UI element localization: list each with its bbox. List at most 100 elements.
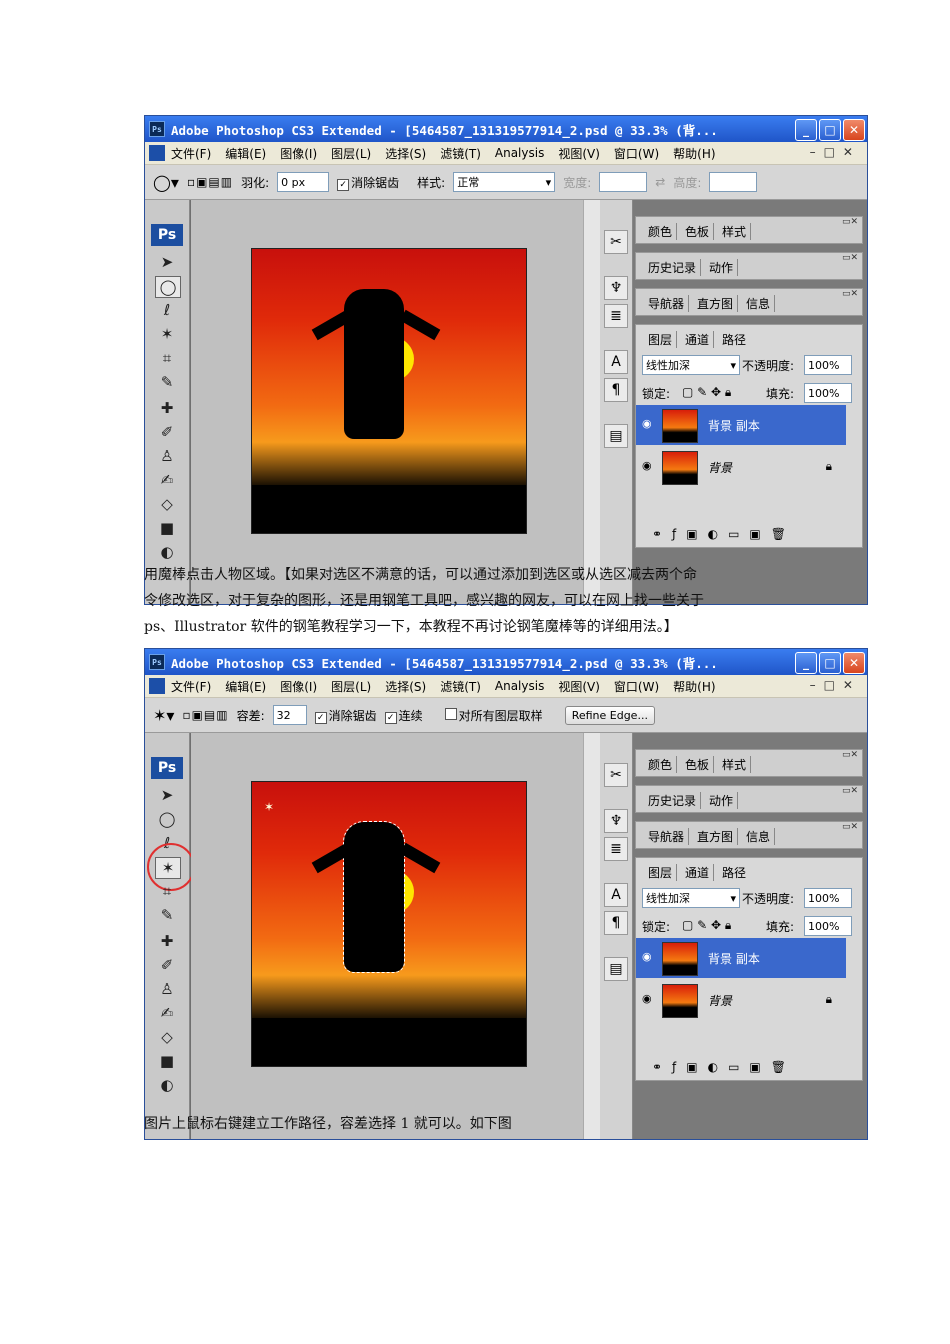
tab-navigator[interactable]: 导航器 (644, 295, 690, 312)
layer-footer-icons[interactable]: ⚭ƒ▣◐▭▣🗑︎ (652, 1060, 796, 1074)
blend-mode-select[interactable]: 线性加深 ▾ (642, 888, 740, 908)
eraser-tool-icon[interactable]: ◇ (155, 1027, 179, 1047)
tab-paths[interactable]: 路径 (718, 331, 750, 348)
elliptical-marquee-icon[interactable]: ◯▾ (153, 173, 179, 192)
menu-file[interactable]: 文件(F) (171, 145, 211, 162)
menu-image[interactable]: 图像(I) (280, 145, 317, 162)
fill-input[interactable]: 100% (804, 916, 852, 936)
eye-icon[interactable]: ◉ (642, 992, 652, 1005)
elliptical-marquee-tool-icon[interactable]: ◯ (155, 276, 181, 298)
gradient-tool-icon[interactable]: ■ (155, 1051, 179, 1071)
close-button[interactable]: ✕ (843, 652, 865, 674)
tab-history[interactable]: 历史记录 (644, 259, 702, 276)
fill-input[interactable]: 100% (804, 383, 852, 403)
menu-view[interactable]: 视图(V) (558, 145, 600, 162)
history-brush-icon[interactable]: ✍ (155, 1003, 179, 1023)
feather-input[interactable]: 0 px (277, 172, 330, 192)
menu-help[interactable]: 帮助(H) (673, 678, 715, 695)
tab-swatches[interactable]: 色板 (681, 223, 715, 240)
panel-close-icon[interactable]: ▭✕ (842, 289, 858, 299)
character-panel-icon[interactable]: A (604, 883, 628, 907)
tab-actions[interactable]: 动作 (705, 259, 739, 276)
tab-color[interactable]: 颜色 (644, 756, 678, 773)
eye-icon[interactable]: ◉ (642, 950, 652, 963)
menu-select[interactable]: 选择(S) (385, 678, 426, 695)
magic-wand-tool-icon[interactable]: ✶ (155, 324, 179, 344)
clone-panel-icon[interactable]: ≣ (604, 304, 628, 328)
selection-mode-icons[interactable]: ▫▣▤▥ (182, 708, 228, 722)
menu-view[interactable]: 视图(V) (558, 678, 600, 695)
antialias-checkbox[interactable]: ✓ 消除锯齿 (337, 174, 399, 191)
menu-help[interactable]: 帮助(H) (673, 145, 715, 162)
tab-layers[interactable]: 图层 (644, 331, 678, 348)
layer-row[interactable]: ◉ 背景 副本 (636, 938, 846, 978)
maximize-button[interactable]: □ (819, 652, 841, 674)
menu-analysis[interactable]: Analysis (495, 146, 544, 160)
swap-icon[interactable]: ⇄ (655, 175, 665, 189)
crop-tool-icon[interactable]: ⌗ (155, 348, 179, 368)
panel-close-icon[interactable]: ▭✕ (842, 217, 858, 227)
tab-info[interactable]: 信息 (742, 828, 776, 845)
panel-close-icon[interactable]: ▭✕ (842, 750, 858, 760)
menu-filter[interactable]: 滤镜(T) (440, 145, 481, 162)
tab-channels[interactable]: 通道 (681, 331, 715, 348)
document-window-controls[interactable]: –□✕ (810, 678, 861, 692)
menu-window[interactable]: 窗口(W) (614, 145, 659, 162)
width-input[interactable] (599, 172, 648, 192)
opacity-input[interactable]: 100% (804, 888, 852, 908)
close-button[interactable]: ✕ (843, 119, 865, 141)
layer-row[interactable]: ◉ 背景 🔒︎ (636, 447, 846, 487)
menu-layer[interactable]: 图层(L) (331, 145, 371, 162)
antialias-checkbox[interactable]: ✓ 消除锯齿 (314, 707, 377, 724)
brush-tool-icon[interactable]: ✐ (155, 422, 179, 442)
blend-mode-select[interactable]: 线性加深 ▾ (642, 355, 740, 375)
magic-wand-icon[interactable]: ✶▾ (153, 706, 174, 725)
menu-window[interactable]: 窗口(W) (614, 678, 659, 695)
contiguous-checkbox[interactable]: ✓ 连续 (384, 707, 423, 724)
eye-icon[interactable]: ◉ (642, 417, 652, 430)
style-select[interactable]: 正常 ▾ (453, 172, 556, 192)
eraser-tool-icon[interactable]: ◇ (155, 494, 179, 514)
tools-panel-icon[interactable]: ✂ (604, 230, 628, 254)
maximize-button[interactable]: □ (819, 119, 841, 141)
healing-brush-icon[interactable]: ✚ (155, 398, 179, 418)
tab-actions[interactable]: 动作 (705, 792, 739, 809)
minimize-button[interactable]: _ (795, 119, 817, 141)
clone-panel-icon[interactable]: ≣ (604, 837, 628, 861)
menu-file[interactable]: 文件(F) (171, 678, 211, 695)
history-brush-icon[interactable]: ✍ (155, 470, 179, 490)
document-window-controls[interactable]: –□✕ (810, 145, 861, 159)
tools-panel-icon[interactable]: ✂ (604, 763, 628, 787)
paragraph-panel-icon[interactable]: ¶ (604, 911, 628, 935)
menu-image[interactable]: 图像(I) (280, 678, 317, 695)
brush-tool-icon[interactable]: ✐ (155, 955, 179, 975)
minimize-button[interactable]: _ (795, 652, 817, 674)
tab-styles[interactable]: 样式 (718, 756, 752, 773)
tab-histogram[interactable]: 直方图 (693, 295, 739, 312)
canvas-area[interactable] (191, 200, 583, 604)
menu-analysis[interactable]: Analysis (495, 679, 544, 693)
selection-mode-icons[interactable]: ▫▣▤▥ (187, 175, 233, 189)
layer-comps-icon[interactable]: ▤ (604, 424, 628, 448)
panel-close-icon[interactable]: ▭✕ (842, 253, 858, 263)
layer-footer-icons[interactable]: ⚭ƒ▣◐▭▣🗑︎ (652, 527, 796, 541)
stamp-tool-icon[interactable]: ♙ (155, 446, 179, 466)
slice-tool-icon[interactable]: ✎ (155, 372, 179, 392)
slice-tool-icon[interactable]: ✎ (155, 905, 179, 925)
brushes-panel-icon[interactable]: ♆ (604, 276, 628, 300)
menu-edit[interactable]: 编辑(E) (225, 678, 266, 695)
menu-layer[interactable]: 图层(L) (331, 678, 371, 695)
menu-edit[interactable]: 编辑(E) (225, 145, 266, 162)
brushes-panel-icon[interactable]: ♆ (604, 809, 628, 833)
crop-tool-icon[interactable]: ⌗ (155, 881, 179, 901)
opacity-input[interactable]: 100% (804, 355, 852, 375)
layer-row[interactable]: ◉ 背景 副本 (636, 405, 846, 445)
sample-all-checkbox[interactable]: 对所有图层取样 (444, 707, 543, 724)
paragraph-panel-icon[interactable]: ¶ (604, 378, 628, 402)
eye-icon[interactable]: ◉ (642, 459, 652, 472)
tab-paths[interactable]: 路径 (718, 864, 750, 881)
blur-tool-icon[interactable]: ◐ (155, 1075, 179, 1095)
vertical-scrollbar[interactable] (583, 200, 600, 604)
tab-history[interactable]: 历史记录 (644, 792, 702, 809)
tab-channels[interactable]: 通道 (681, 864, 715, 881)
